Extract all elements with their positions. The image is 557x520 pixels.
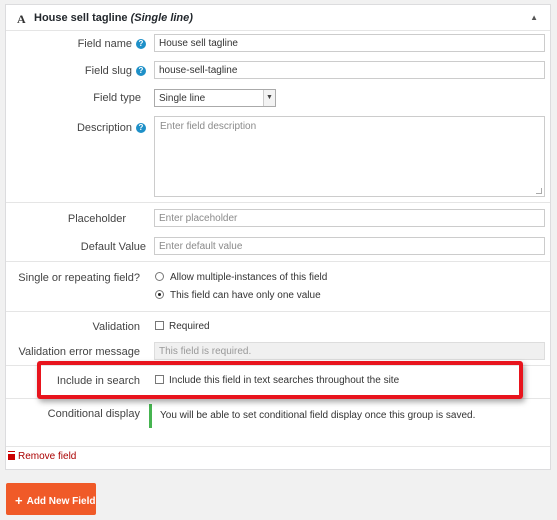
help-icon[interactable]: ? xyxy=(136,66,146,76)
field-type-subtitle: (Single line) xyxy=(130,12,193,24)
field-slug-label-text: Field slug xyxy=(84,65,132,77)
multiple-instances-label: Allow multiple-instances of this field xyxy=(170,272,328,283)
remove-field-label: Remove field xyxy=(18,451,77,462)
multiple-instances-option[interactable]: Allow multiple-instances of this field xyxy=(155,272,327,283)
repeating-label: Single or repeating field? xyxy=(18,272,140,284)
radio-button[interactable] xyxy=(155,272,164,281)
divider xyxy=(6,202,550,203)
required-checkbox[interactable] xyxy=(155,321,164,330)
text-type-icon: A xyxy=(17,12,26,26)
field-name-label: Field name? xyxy=(78,38,146,50)
placeholder-input[interactable]: Enter placeholder xyxy=(154,209,545,227)
field-type-label: Field type xyxy=(93,92,141,104)
placeholder-label: Placeholder xyxy=(67,213,126,225)
divider xyxy=(6,311,550,312)
plus-icon: + xyxy=(15,493,23,508)
remove-field-link[interactable]: Remove field xyxy=(8,451,76,462)
field-slug-label: Field slug? xyxy=(85,65,146,77)
required-label: Required xyxy=(169,321,210,332)
default-value-label-text: Default Value xyxy=(80,241,146,253)
description-placeholder: Enter field description xyxy=(160,121,257,132)
add-new-field-label: Add New Field xyxy=(26,496,96,507)
triangle-up-icon[interactable]: ▲ xyxy=(530,13,538,22)
radio-button-selected[interactable] xyxy=(155,290,164,299)
single-value-option[interactable]: This field can have only one value xyxy=(155,290,321,301)
description-label: Description? xyxy=(77,122,146,134)
description-textarea[interactable]: Enter field description xyxy=(154,116,545,197)
add-new-field-button[interactable]: + Add New Field xyxy=(6,483,96,515)
field-name-label-text: Field name xyxy=(77,38,132,50)
validation-label: Validation xyxy=(92,321,141,333)
single-value-label: This field can have only one value xyxy=(170,290,321,301)
highlight-annotation xyxy=(37,361,523,399)
help-icon[interactable]: ? xyxy=(136,39,146,49)
resize-grip-icon[interactable] xyxy=(536,188,542,194)
field-type-select[interactable]: Single line ▼ xyxy=(154,89,276,107)
field-title: House sell tagline xyxy=(34,12,128,24)
field-slug-input[interactable]: house-sell-tagline xyxy=(154,61,545,79)
default-value-label: Default Value xyxy=(81,241,146,253)
divider xyxy=(6,446,550,447)
validation-error-label: Validation error message xyxy=(18,346,140,358)
description-label-text: Description xyxy=(76,122,132,134)
required-option[interactable]: Required xyxy=(155,321,210,332)
conditional-display-label: Conditional display xyxy=(47,408,140,420)
divider xyxy=(6,261,550,262)
help-icon[interactable]: ? xyxy=(136,123,146,133)
default-value-input[interactable]: Enter default value xyxy=(154,237,545,255)
field-type-selected: Single line xyxy=(159,93,206,104)
field-panel: A House sell tagline (Single line) ▲ Fie… xyxy=(5,4,551,470)
field-panel-title: House sell tagline (Single line) xyxy=(34,12,193,24)
chevron-down-icon: ▼ xyxy=(263,90,275,106)
field-name-input[interactable]: House sell tagline xyxy=(154,34,545,52)
validation-error-input[interactable]: This field is required. xyxy=(154,342,545,360)
field-panel-header[interactable]: A House sell tagline (Single line) ▲ xyxy=(6,5,550,31)
trash-icon xyxy=(8,452,15,460)
conditional-display-notice: You will be able to set conditional fiel… xyxy=(149,404,540,428)
